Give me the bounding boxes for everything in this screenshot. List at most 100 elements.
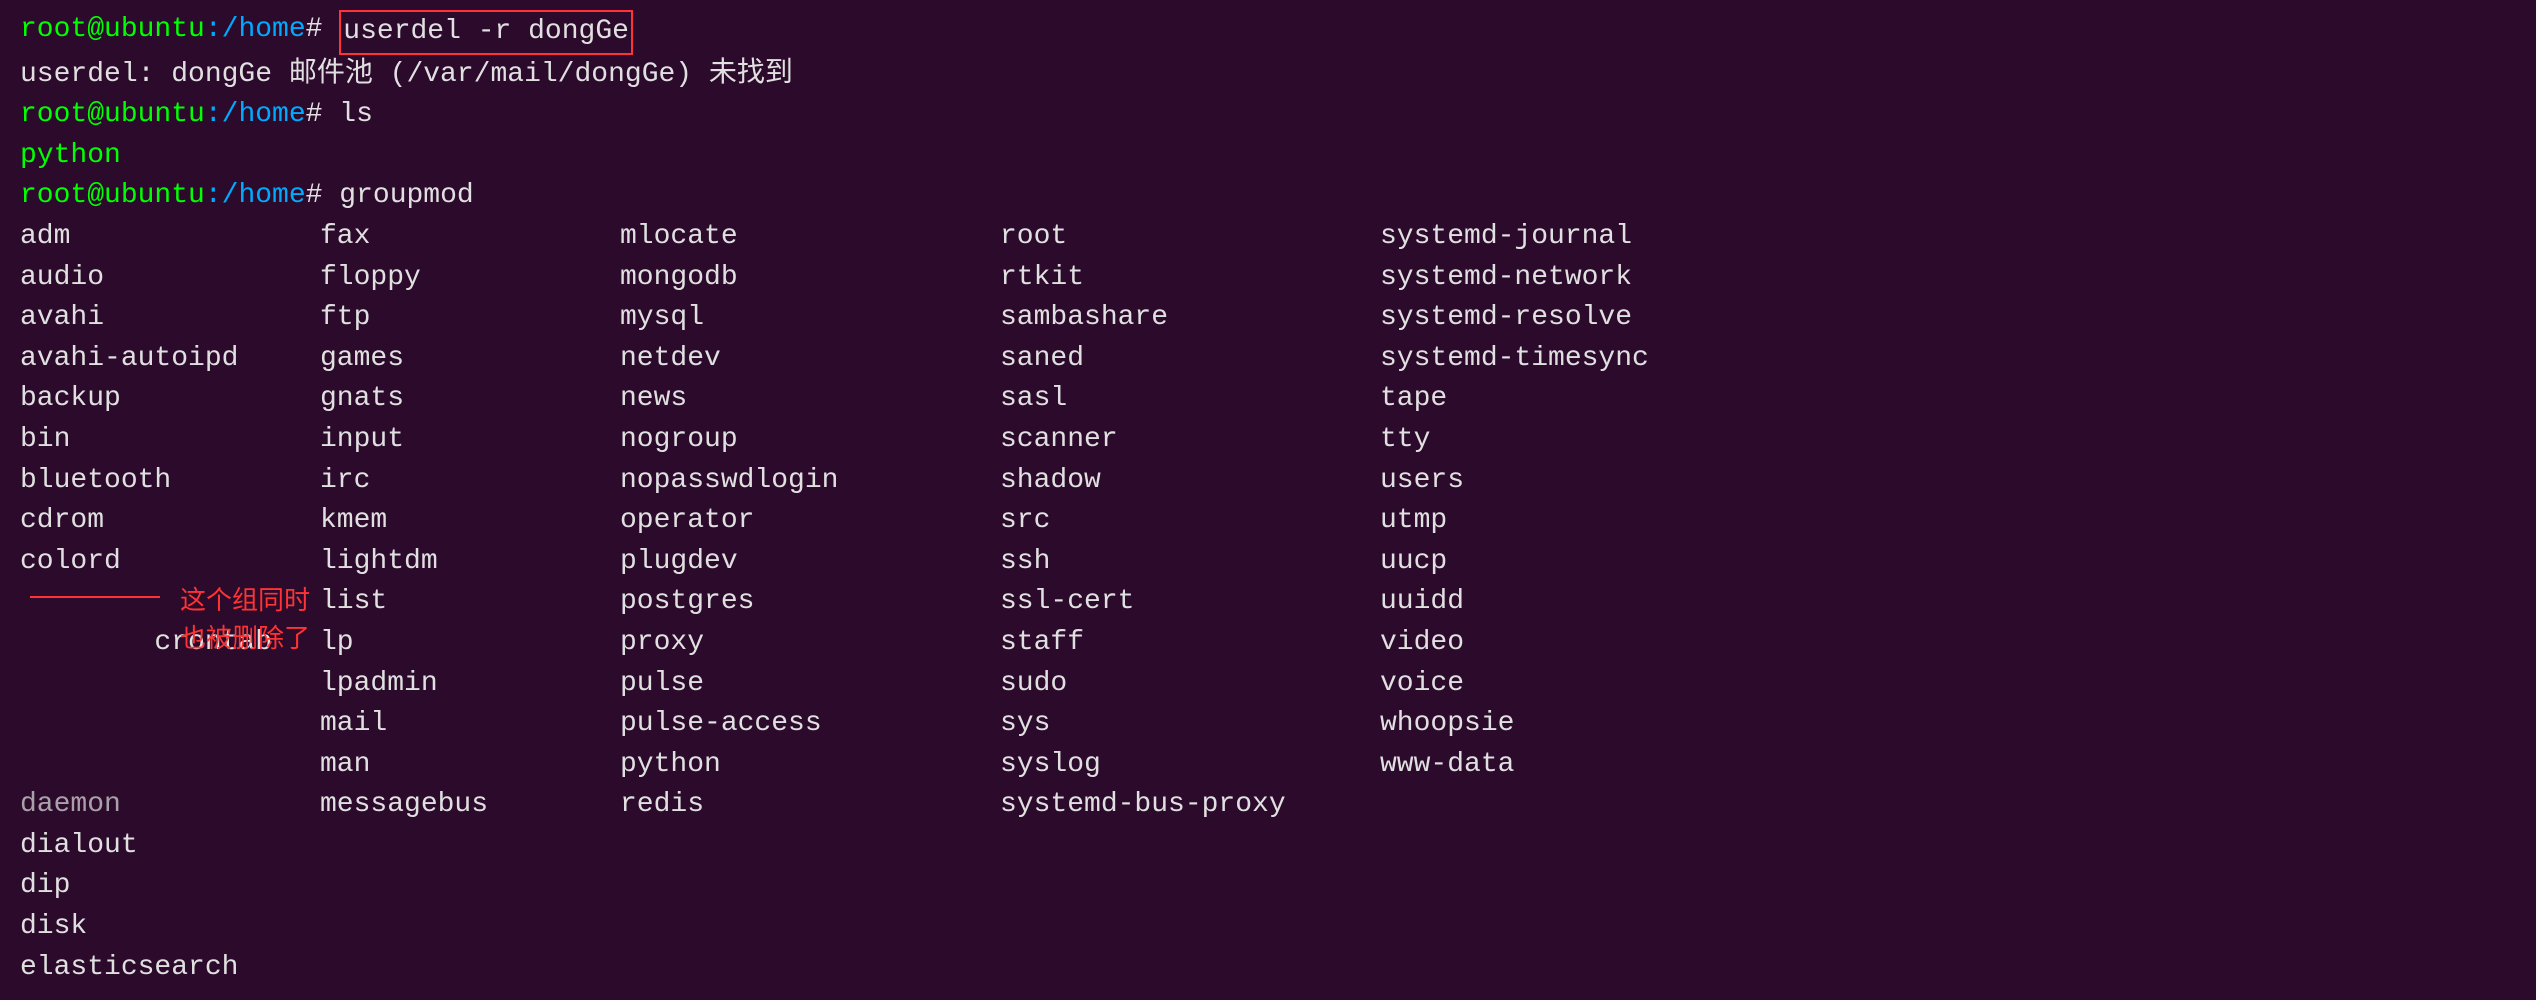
list-item: gnats — [320, 379, 620, 420]
list-item: sys — [1000, 704, 1380, 745]
list-item: audio — [20, 258, 320, 299]
list-item: lpadmin — [320, 664, 620, 705]
list-item: news — [620, 379, 1000, 420]
list-item: pulse — [620, 664, 1000, 705]
list-item: fax — [320, 217, 620, 258]
list-item: ssh — [1000, 542, 1380, 583]
list-item: sudo — [1000, 664, 1380, 705]
list-item: users — [1380, 461, 1780, 502]
list-item: mail — [320, 704, 620, 745]
list-item: sasl — [1000, 379, 1380, 420]
list-item: lp — [320, 623, 620, 664]
col-4: root rtkit sambashare saned sasl scanner… — [1000, 217, 1380, 988]
prompt-hash-1: # — [306, 10, 340, 55]
list-item: elasticsearch — [20, 948, 320, 989]
list-item: voice — [1380, 664, 1780, 705]
prompt-user-1: root@ubuntu — [20, 10, 205, 55]
prompt-hash-2: # — [306, 95, 340, 136]
list-item: syslog — [1000, 745, 1380, 786]
list-item: games — [320, 339, 620, 380]
prompt-hash-3: # — [306, 176, 340, 217]
python-output: python — [20, 136, 121, 177]
list-item: tape — [1380, 379, 1780, 420]
list-item: rtkit — [1000, 258, 1380, 299]
list-item: staff — [1000, 623, 1380, 664]
list-item: scanner — [1000, 420, 1380, 461]
col-2: fax floppy ftp games gnats input irc kme… — [320, 217, 620, 988]
list-item: saned — [1000, 339, 1380, 380]
list-item: floppy — [320, 258, 620, 299]
list-item: mysql — [620, 298, 1000, 339]
list-item: uuidd — [1380, 582, 1780, 623]
list-item: mongodb — [620, 258, 1000, 299]
prompt-user-3: root@ubuntu — [20, 176, 205, 217]
list-item: systemd-resolve — [1380, 298, 1780, 339]
list-item: systemd-network — [1380, 258, 1780, 299]
list-item: disk — [20, 907, 320, 948]
list-item: operator — [620, 501, 1000, 542]
list-item: man — [320, 745, 620, 786]
ls-command: ls — [339, 95, 373, 136]
list-item: ftp — [320, 298, 620, 339]
prompt-path-1: :/home — [205, 10, 306, 55]
error-line: userdel: dongGe 邮件池 (/var/mail/dongGe) 未… — [20, 55, 2516, 96]
prompt-user-2: root@ubuntu — [20, 95, 205, 136]
list-item: input — [320, 420, 620, 461]
prompt-path-3: :/home — [205, 176, 306, 217]
list-item: systemd-timesync — [1380, 339, 1780, 380]
terminal: root@ubuntu:/home# userdel -r dongGe use… — [0, 0, 2536, 1000]
annotation-text: 这个组同时 也被删除了 — [180, 582, 310, 657]
list-item: list — [320, 582, 620, 623]
list-item: dialout — [20, 826, 320, 867]
list-item: avahi — [20, 298, 320, 339]
list-item: redis — [620, 785, 1000, 826]
list-item: src — [1000, 501, 1380, 542]
list-item-crontab: crontab 这个组同时 也被删除了 — [20, 582, 320, 785]
list-item: kmem — [320, 501, 620, 542]
col-3: mlocate mongodb mysql netdev news nogrou… — [620, 217, 1000, 988]
list-item: video — [1380, 623, 1780, 664]
list-item: whoopsie — [1380, 704, 1780, 745]
list-item: messagebus — [320, 785, 620, 826]
command-line-1: root@ubuntu:/home# userdel -r dongGe — [20, 10, 2516, 55]
list-item: pulse-access — [620, 704, 1000, 745]
list-item: systemd-bus-proxy — [1000, 785, 1380, 826]
annotation-line2: 也被删除了 — [180, 623, 310, 653]
col-1: adm audio avahi avahi-autoipd backup bin… — [20, 217, 320, 988]
list-item: uucp — [1380, 542, 1780, 583]
groupmod-command: groupmod — [339, 176, 473, 217]
list-item: lightdm — [320, 542, 620, 583]
annotation-line1: 这个组同时 — [180, 585, 310, 615]
list-item: mlocate — [620, 217, 1000, 258]
list-item: dip — [20, 866, 320, 907]
list-item: backup — [20, 379, 320, 420]
list-item: python — [620, 745, 1000, 786]
list-item: bluetooth — [20, 461, 320, 502]
list-item: tty — [1380, 420, 1780, 461]
strikethrough-decoration — [30, 596, 160, 598]
list-item: nopasswdlogin — [620, 461, 1000, 502]
col-5: systemd-journal systemd-network systemd-… — [1380, 217, 1780, 988]
prompt-path-2: :/home — [205, 95, 306, 136]
list-item: proxy — [620, 623, 1000, 664]
list-item: ssl-cert — [1000, 582, 1380, 623]
list-item: avahi-autoipd — [20, 339, 320, 380]
list-item: netdev — [620, 339, 1000, 380]
groups-list: adm audio avahi avahi-autoipd backup bin… — [20, 217, 2516, 988]
list-item: root — [1000, 217, 1380, 258]
list-item: www-data — [1380, 745, 1780, 786]
highlighted-command: userdel -r dongGe — [339, 10, 633, 55]
list-item: postgres — [620, 582, 1000, 623]
list-item: colord — [20, 542, 320, 583]
list-item: utmp — [1380, 501, 1780, 542]
command-line-2: root@ubuntu:/home# ls — [20, 95, 2516, 136]
list-item: irc — [320, 461, 620, 502]
python-line: python — [20, 136, 2516, 177]
command-line-3: root@ubuntu:/home# groupmod — [20, 176, 2516, 217]
list-item: adm — [20, 217, 320, 258]
list-item: nogroup — [620, 420, 1000, 461]
list-item: shadow — [1000, 461, 1380, 502]
list-item: bin — [20, 420, 320, 461]
error-message: userdel: dongGe 邮件池 (/var/mail/dongGe) 未… — [20, 55, 793, 96]
list-item: sambashare — [1000, 298, 1380, 339]
